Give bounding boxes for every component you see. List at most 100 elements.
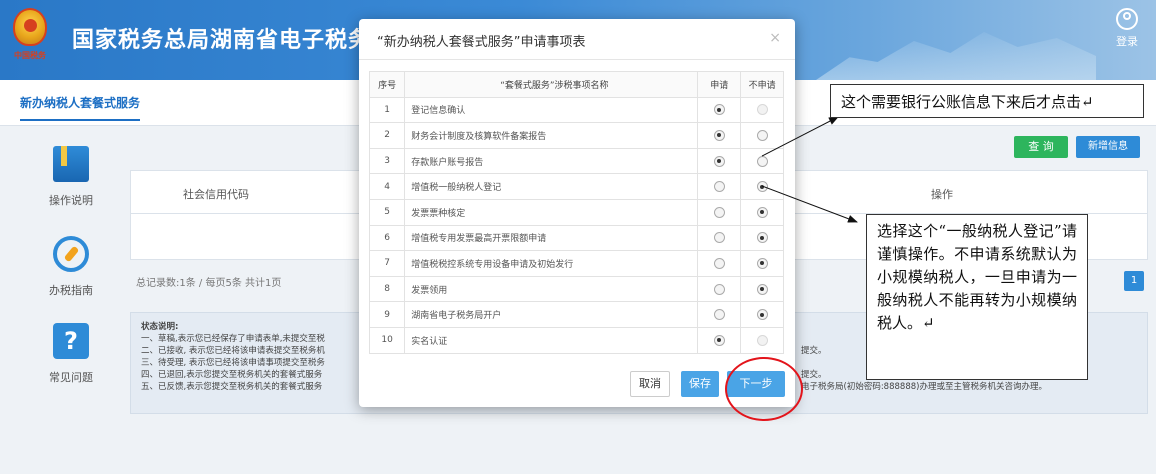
item-name: 增值税一般纳税人登记	[404, 173, 699, 200]
table-header-row: 序号 “套餐式服务”涉税事项名称 申请 不申请	[368, 71, 784, 98]
apply-cell	[697, 147, 742, 175]
apply-radio[interactable]	[713, 334, 725, 346]
item-name: 存款账户账号报告	[404, 147, 699, 175]
table-row: 3 存款账户账号报告	[368, 147, 784, 175]
not-apply-cell	[740, 198, 784, 226]
login-button[interactable]: 登录	[1112, 8, 1142, 49]
item-name: 财务会计制度及核算软件备案报告	[404, 122, 699, 149]
question-icon: ?	[53, 323, 89, 359]
sidebar-item-label: 办税指南	[49, 284, 93, 297]
apply-cell	[697, 198, 742, 226]
not-apply-cell	[740, 224, 784, 252]
table-row: 2 财务会计制度及核算软件备案报告	[368, 122, 784, 149]
annotation-bank-account-note: 这个需要银行公账信息下来后才点击↵	[830, 84, 1144, 118]
column-not-apply: 不申请	[740, 71, 784, 98]
column-item-name: “套餐式服务”涉税事项名称	[404, 71, 699, 98]
row-number: 9	[368, 301, 406, 328]
row-number: 5	[368, 198, 406, 226]
row-number: 4	[368, 173, 406, 200]
item-name: 实名认证	[404, 326, 699, 354]
tax-emblem-logo: 中国税务	[10, 8, 50, 64]
row-number: 2	[368, 122, 406, 149]
item-name: 湖南省电子税务局开户	[404, 301, 699, 328]
add-info-button[interactable]: 新增信息	[1076, 136, 1140, 158]
not-apply-radio[interactable]	[756, 181, 768, 193]
apply-radio[interactable]	[713, 257, 725, 269]
table-row: 5 发票票种核定	[368, 198, 784, 226]
table-row: 8 发票领用	[368, 275, 784, 303]
apply-radio[interactable]	[713, 232, 725, 244]
application-items-table: 序号 “套餐式服务”涉税事项名称 申请 不申请 1 登记信息确认 2 财务会计制度及核…	[368, 71, 784, 354]
apply-cell	[697, 326, 742, 354]
apply-radio[interactable]	[713, 129, 725, 141]
query-button[interactable]: 查 询	[1014, 136, 1068, 158]
highlight-ring	[725, 357, 803, 421]
not-apply-radio[interactable]	[756, 257, 768, 269]
pager-summary: 总记录数:1条 / 每页5条 共计1页	[136, 278, 282, 289]
dialog-divider	[359, 59, 795, 60]
great-wall-banner	[816, 32, 1096, 80]
not-apply-cell	[740, 173, 784, 200]
not-apply-cell	[740, 275, 784, 303]
not-apply-radio[interactable]	[756, 129, 768, 141]
table-row: 1 登记信息确认	[368, 96, 784, 124]
compass-icon	[53, 236, 89, 272]
tab-new-taxpayer-package[interactable]: 新办纳税人套餐式服务	[20, 94, 141, 121]
not-apply-cell	[740, 250, 784, 277]
apply-cell	[697, 122, 742, 149]
apply-cell	[697, 173, 742, 200]
apply-radio[interactable]	[713, 155, 725, 167]
not-apply-cell	[740, 301, 784, 328]
apply-cell	[697, 96, 742, 124]
table-row: 7 增值税税控系统专用设备申请及初始发行	[368, 250, 784, 277]
row-number: 3	[368, 147, 406, 175]
sidebar-item-faq[interactable]: ? 常见问题	[36, 323, 106, 385]
not-apply-radio[interactable]	[756, 309, 768, 321]
annotation-general-taxpayer-note: 选择这个“一般纳税人登记”请谨慎操作。不申请系统默认为小规模纳税人，一旦申请为一…	[866, 214, 1088, 380]
apply-radio[interactable]	[713, 283, 725, 295]
not-apply-radio	[756, 104, 768, 116]
column-action: 操作	[931, 188, 953, 201]
item-name: 登记信息确认	[404, 96, 699, 124]
apply-radio[interactable]	[713, 206, 725, 218]
row-number: 7	[368, 250, 406, 277]
cancel-button[interactable]: 取消	[630, 371, 670, 397]
not-apply-cell	[740, 122, 784, 149]
application-items-dialog: “新办纳税人套餐式服务”申请事项表 × 序号 “套餐式服务”涉税事项名称 申请 …	[359, 19, 795, 407]
sidebar-item-label: 常见问题	[49, 371, 93, 384]
row-number: 10	[368, 326, 406, 354]
not-apply-radio	[756, 334, 768, 346]
apply-radio[interactable]	[713, 181, 725, 193]
apply-cell	[697, 301, 742, 328]
close-icon[interactable]: ×	[769, 30, 781, 46]
user-icon	[1116, 8, 1138, 30]
table-row: 4 增值税一般纳税人登记	[368, 173, 784, 200]
dialog-title: “新办纳税人套餐式服务”申请事项表	[377, 35, 586, 50]
sidebar-item-label: 操作说明	[49, 194, 93, 207]
apply-radio[interactable]	[713, 309, 725, 321]
row-number: 1	[368, 96, 406, 124]
apply-radio[interactable]	[713, 104, 725, 116]
table-row: 6 增值税专用发票最高开票限额申请	[368, 224, 784, 252]
not-apply-radio[interactable]	[756, 283, 768, 295]
page-button-1[interactable]: 1	[1124, 271, 1144, 291]
login-label: 登录	[1116, 35, 1138, 48]
row-number: 6	[368, 224, 406, 252]
not-apply-radio[interactable]	[756, 155, 768, 167]
not-apply-radio[interactable]	[756, 232, 768, 244]
table-row: 9 湖南省电子税务局开户	[368, 301, 784, 328]
column-credit-code: 社会信用代码	[183, 188, 249, 201]
sidebar-item-tax-guide[interactable]: 办税指南	[36, 236, 106, 298]
sidebar-item-guide[interactable]: 操作说明	[36, 146, 106, 208]
apply-cell	[697, 224, 742, 252]
table-row: 10 实名认证	[368, 326, 784, 354]
apply-cell	[697, 250, 742, 277]
not-apply-radio[interactable]	[756, 206, 768, 218]
row-number: 8	[368, 275, 406, 303]
apply-cell	[697, 275, 742, 303]
not-apply-cell	[740, 96, 784, 124]
save-button[interactable]: 保存	[681, 371, 719, 397]
item-name: 发票票种核定	[404, 198, 699, 226]
column-no: 序号	[368, 71, 406, 98]
item-name: 增值税税控系统专用设备申请及初始发行	[404, 250, 699, 277]
